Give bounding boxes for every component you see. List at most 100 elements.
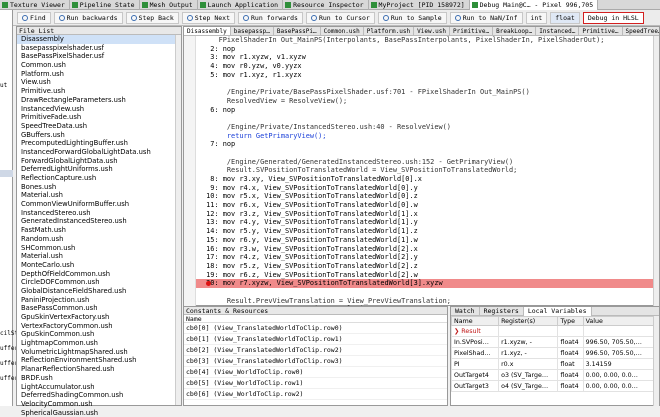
watch-column-header[interactable]: Type — [557, 316, 584, 326]
code-line[interactable]: FPixelShaderIn Out_MainPS(Interpolants, … — [184, 36, 659, 45]
constant-row[interactable]: cb0[1] (View_TranslatedWorldToClip.row1) — [184, 334, 447, 345]
code-line[interactable]: ResolvedView = ResolveView(); — [184, 97, 659, 106]
window-tab[interactable]: Resource Inspector — [283, 0, 369, 10]
file-list-item[interactable]: GBuffers.ush — [17, 131, 181, 140]
watch-column-header[interactable]: Value — [582, 316, 655, 326]
code-tab[interactable]: Platform.ush — [364, 27, 415, 35]
code-tab[interactable]: basepassp… — [231, 27, 274, 35]
code-line[interactable]: 6: nop — [184, 106, 659, 115]
run-to-nan-button[interactable]: Run to NaN/Inf — [449, 11, 523, 24]
constant-row[interactable]: cb0[5] (View_WorldToClip.row1) — [184, 378, 447, 389]
watch-column-header[interactable]: Register(s) — [498, 316, 559, 326]
code-line[interactable] — [184, 288, 659, 297]
window-tab[interactable]: Debug Main@C… - Pixel 996,705 — [469, 0, 599, 10]
file-list-item[interactable]: GpuSkinCommon.ush — [17, 330, 181, 339]
window-tab[interactable]: MyProject [PID 158972] — [369, 0, 470, 10]
file-list-item[interactable]: DeferredShadingCommon.ush — [17, 391, 181, 400]
code-line[interactable]: 17: mov r4.z, View_SVPositionToTranslate… — [184, 253, 659, 262]
watch-row[interactable]: ❯ Result — [450, 325, 655, 337]
code-tab[interactable]: Disassembly — [184, 27, 231, 35]
code-line[interactable]: 8: mov r3.xy, View_SVPositionToTranslate… — [184, 175, 659, 184]
watch-scrollbar[interactable] — [653, 316, 659, 406]
code-line[interactable]: /Engine/Generated/GeneratedInstancedSter… — [184, 158, 659, 167]
file-list-item[interactable]: InstancedForwardGlobalLightData.ush — [17, 148, 181, 157]
file-list-item[interactable]: Material.ush — [17, 191, 181, 200]
code-line[interactable]: return GetPrimaryView(); — [184, 132, 659, 141]
file-list-item[interactable]: DeferredLightUniforms.ush — [17, 165, 181, 174]
code-line[interactable]: Result.SVPositionToTranslatedWorld = Vie… — [184, 166, 659, 175]
code-line[interactable]: 20: mov r7.xyzw, View_SVPositionToTransl… — [184, 279, 659, 288]
file-list-item[interactable]: PrecomputedLightingBuffer.ush — [17, 139, 181, 148]
step-next-button[interactable]: Step Next — [181, 11, 235, 24]
code-tab[interactable]: View.ush — [414, 27, 451, 35]
code-tab[interactable]: BasePassPi… — [274, 27, 321, 35]
file-list-item[interactable]: GlobalDistanceFieldShared.ush — [17, 287, 181, 296]
watch-row[interactable]: OutTarget3 o4 (SV_Targe… float4 0.00, 0.00,… — [450, 380, 655, 392]
watch-row[interactable]: In.SVPosi… r1.xyzw, - float4 996.50, 705.50… — [450, 336, 655, 348]
file-list-item[interactable]: PlanarReflectionShared.ush — [17, 365, 181, 374]
code-scrollbar[interactable] — [653, 36, 659, 306]
breakpoint-gutter[interactable] — [184, 36, 196, 306]
code-line[interactable]: 13: mov r4.y, View_SVPositionToTranslate… — [184, 218, 659, 227]
run-forwards-button[interactable]: Run forwards — [238, 11, 303, 24]
code-line[interactable]: 7: nop — [184, 140, 659, 149]
find-button[interactable]: Find — [17, 11, 51, 24]
code-line[interactable] — [184, 79, 659, 88]
code-tab[interactable]: Primitive… — [450, 27, 494, 35]
file-list-item[interactable]: Bones.ush — [17, 183, 181, 192]
window-tab[interactable]: Texture Viewer — [0, 0, 70, 10]
code-line[interactable]: 12: mov r3.z, View_SVPositionToTranslate… — [184, 210, 659, 219]
file-list-item[interactable]: SHCommon.ush — [17, 244, 181, 253]
float-toggle[interactable]: float — [550, 11, 580, 24]
watch-tab[interactable]: Registers — [480, 307, 524, 316]
code-tab[interactable]: Common.ush — [321, 27, 364, 35]
code-line[interactable]: 2: nop — [184, 45, 659, 54]
file-list-item[interactable]: VelocityCommon.ush — [17, 400, 181, 409]
int-toggle[interactable]: int — [525, 11, 548, 24]
watch-tab[interactable]: Local Variables — [523, 307, 592, 316]
file-list-item[interactable]: SphericalGaussian.ush — [17, 409, 181, 417]
run-backwards-button[interactable]: Run backwards — [53, 11, 123, 24]
file-list-item[interactable]: DrawRectangleParameters.ush — [17, 96, 181, 105]
file-list-item[interactable]: DepthOfFieldCommon.ush — [17, 270, 181, 279]
watch-column-header[interactable]: Name — [450, 316, 500, 326]
file-list-item[interactable]: ReflectionCapture.ush — [17, 174, 181, 183]
file-list-item[interactable]: BasePassCommon.ush — [17, 304, 181, 313]
code-line[interactable]: 11: mov r6.x, View_SVPositionToTranslate… — [184, 201, 659, 210]
watch-row[interactable]: PixelShad… r1.xyz, - float4 996.50, 705.50,… — [450, 347, 655, 359]
file-list-item[interactable]: Common.ush — [17, 61, 181, 70]
step-back-button[interactable]: Step Back — [125, 11, 179, 24]
file-list-item[interactable]: ForwardGlobalLightData.ush — [17, 157, 181, 166]
debug-in-hlsl-button[interactable]: Debug in HLSL — [582, 11, 644, 24]
file-list-item[interactable]: InstancedView.ush — [17, 105, 181, 114]
constant-row[interactable]: cb0[4] (View_WorldToClip.row0) — [184, 367, 447, 378]
file-list-scrollbar[interactable] — [175, 35, 181, 405]
window-tab[interactable]: Launch Application — [198, 0, 284, 10]
watch-tab[interactable]: Watch — [451, 307, 480, 316]
file-list-item[interactable]: VertexFactoryCommon.ush — [17, 322, 181, 331]
file-list-item[interactable]: GpuSkinVertexFactory.ush — [17, 313, 181, 322]
file-list-item[interactable]: basepasspixelshader.usf — [17, 44, 181, 53]
file-list-item[interactable]: ReflectionEnvironmentShared.ush — [17, 356, 181, 365]
code-tab[interactable]: BreakLoop… — [493, 27, 537, 35]
watch-row[interactable]: OutTarget4 o3 (SV_Targe… float4 0.00, 0.00,… — [450, 369, 655, 381]
watch-row[interactable]: PI r0.x float 3.14159 — [450, 358, 655, 370]
constant-row[interactable]: cb0[2] (View_TranslatedWorldToClip.row2) — [184, 345, 447, 356]
file-list-item[interactable]: Disassembly — [17, 35, 181, 44]
file-list-item[interactable]: BasePassPixelShader.usf — [17, 52, 181, 61]
code-line[interactable] — [184, 114, 659, 123]
file-list-item[interactable]: BRDF.ush — [17, 374, 181, 383]
file-list-item[interactable]: VolumetricLightmapShared.ush — [17, 348, 181, 357]
code-line[interactable]: /Engine/Private/InstancedStereo.ush:40 -… — [184, 123, 659, 132]
left-panel-selected-row[interactable] — [0, 170, 13, 177]
code-line[interactable]: 5: mov r1.xyz, r1.xyzx — [184, 71, 659, 80]
code-line[interactable]: 19: mov r6.z, View_SVPositionToTranslate… — [184, 271, 659, 280]
code-line[interactable]: 3: mov r1.xyzw, v1.xyzw — [184, 53, 659, 62]
code-tab[interactable]: Instanced… — [536, 27, 580, 35]
code-line[interactable] — [184, 149, 659, 158]
file-list-item[interactable]: CircleDOFCommon.ush — [17, 278, 181, 287]
constant-row[interactable]: cb0[6] (View_WorldToClip.row2) — [184, 389, 447, 400]
code-line[interactable]: 14: mov r5.y, View_SVPositionToTranslate… — [184, 227, 659, 236]
file-list-item[interactable]: GeneratedInstancedStereo.ush — [17, 217, 181, 226]
file-list-item[interactable]: MonteCarlo.ush — [17, 261, 181, 270]
